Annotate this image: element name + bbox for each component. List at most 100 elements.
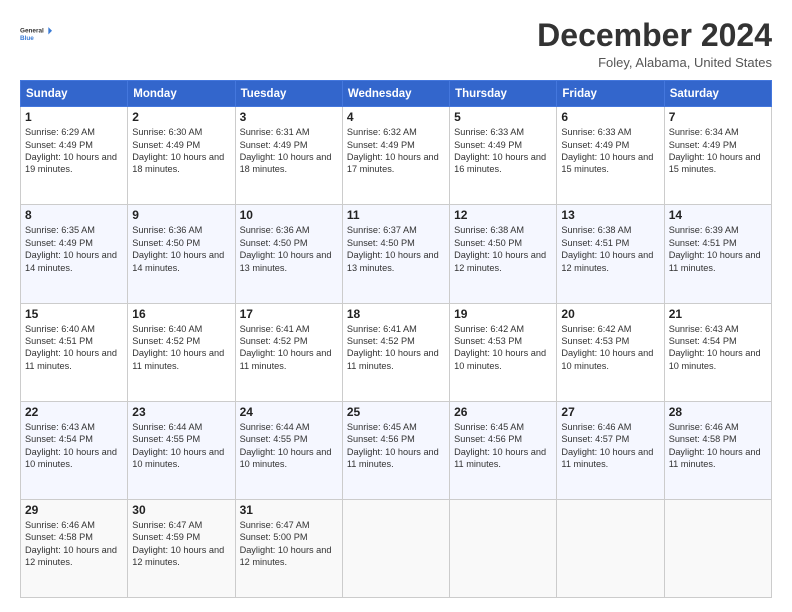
table-row: 13 Sunrise: 6:38 AMSunset: 4:51 PMDaylig… [557,205,664,303]
table-row [450,499,557,597]
day-number: 12 [454,208,552,222]
day-number: 18 [347,307,445,321]
cell-info: Sunrise: 6:46 AMSunset: 4:57 PMDaylight:… [561,422,653,469]
col-monday: Monday [128,81,235,107]
table-row: 27 Sunrise: 6:46 AMSunset: 4:57 PMDaylig… [557,401,664,499]
header: General Blue December 2024 Foley, Alabam… [20,18,772,70]
table-row: 30 Sunrise: 6:47 AMSunset: 4:59 PMDaylig… [128,499,235,597]
day-number: 6 [561,110,659,124]
day-number: 16 [132,307,230,321]
cell-info: Sunrise: 6:39 AMSunset: 4:51 PMDaylight:… [669,225,761,272]
table-row [664,499,771,597]
day-number: 30 [132,503,230,517]
day-number: 11 [347,208,445,222]
table-row: 5 Sunrise: 6:33 AMSunset: 4:49 PMDayligh… [450,107,557,205]
table-row: 25 Sunrise: 6:45 AMSunset: 4:56 PMDaylig… [342,401,449,499]
cell-info: Sunrise: 6:36 AMSunset: 4:50 PMDaylight:… [132,225,224,272]
title-block: December 2024 Foley, Alabama, United Sta… [537,18,772,70]
day-number: 23 [132,405,230,419]
table-row [557,499,664,597]
table-row [342,499,449,597]
cell-info: Sunrise: 6:33 AMSunset: 4:49 PMDaylight:… [561,127,653,174]
col-saturday: Saturday [664,81,771,107]
cell-info: Sunrise: 6:46 AMSunset: 4:58 PMDaylight:… [669,422,761,469]
day-number: 15 [25,307,123,321]
cell-info: Sunrise: 6:35 AMSunset: 4:49 PMDaylight:… [25,225,117,272]
table-row: 28 Sunrise: 6:46 AMSunset: 4:58 PMDaylig… [664,401,771,499]
day-number: 29 [25,503,123,517]
day-number: 28 [669,405,767,419]
table-row: 3 Sunrise: 6:31 AMSunset: 4:49 PMDayligh… [235,107,342,205]
calendar-week-row: 29 Sunrise: 6:46 AMSunset: 4:58 PMDaylig… [21,499,772,597]
table-row: 15 Sunrise: 6:40 AMSunset: 4:51 PMDaylig… [21,303,128,401]
cell-info: Sunrise: 6:44 AMSunset: 4:55 PMDaylight:… [240,422,332,469]
location: Foley, Alabama, United States [537,55,772,70]
table-row: 6 Sunrise: 6:33 AMSunset: 4:49 PMDayligh… [557,107,664,205]
table-row: 7 Sunrise: 6:34 AMSunset: 4:49 PMDayligh… [664,107,771,205]
table-row: 4 Sunrise: 6:32 AMSunset: 4:49 PMDayligh… [342,107,449,205]
page: General Blue December 2024 Foley, Alabam… [0,0,792,612]
cell-info: Sunrise: 6:40 AMSunset: 4:51 PMDaylight:… [25,324,117,371]
day-number: 20 [561,307,659,321]
cell-info: Sunrise: 6:43 AMSunset: 4:54 PMDaylight:… [25,422,117,469]
cell-info: Sunrise: 6:45 AMSunset: 4:56 PMDaylight:… [347,422,439,469]
day-number: 13 [561,208,659,222]
calendar-week-row: 15 Sunrise: 6:40 AMSunset: 4:51 PMDaylig… [21,303,772,401]
cell-info: Sunrise: 6:43 AMSunset: 4:54 PMDaylight:… [669,324,761,371]
col-wednesday: Wednesday [342,81,449,107]
cell-info: Sunrise: 6:47 AMSunset: 5:00 PMDaylight:… [240,520,332,567]
col-friday: Friday [557,81,664,107]
day-number: 5 [454,110,552,124]
col-sunday: Sunday [21,81,128,107]
table-row: 22 Sunrise: 6:43 AMSunset: 4:54 PMDaylig… [21,401,128,499]
day-number: 26 [454,405,552,419]
table-row: 24 Sunrise: 6:44 AMSunset: 4:55 PMDaylig… [235,401,342,499]
cell-info: Sunrise: 6:40 AMSunset: 4:52 PMDaylight:… [132,324,224,371]
cell-info: Sunrise: 6:41 AMSunset: 4:52 PMDaylight:… [240,324,332,371]
table-row: 17 Sunrise: 6:41 AMSunset: 4:52 PMDaylig… [235,303,342,401]
day-number: 31 [240,503,338,517]
cell-info: Sunrise: 6:42 AMSunset: 4:53 PMDaylight:… [454,324,546,371]
table-row: 14 Sunrise: 6:39 AMSunset: 4:51 PMDaylig… [664,205,771,303]
month-title: December 2024 [537,18,772,53]
cell-info: Sunrise: 6:38 AMSunset: 4:51 PMDaylight:… [561,225,653,272]
calendar: Sunday Monday Tuesday Wednesday Thursday… [20,80,772,598]
table-row: 8 Sunrise: 6:35 AMSunset: 4:49 PMDayligh… [21,205,128,303]
day-number: 19 [454,307,552,321]
cell-info: Sunrise: 6:41 AMSunset: 4:52 PMDaylight:… [347,324,439,371]
day-number: 27 [561,405,659,419]
table-row: 19 Sunrise: 6:42 AMSunset: 4:53 PMDaylig… [450,303,557,401]
cell-info: Sunrise: 6:42 AMSunset: 4:53 PMDaylight:… [561,324,653,371]
day-number: 7 [669,110,767,124]
logo-icon: General Blue [20,18,52,50]
cell-info: Sunrise: 6:38 AMSunset: 4:50 PMDaylight:… [454,225,546,272]
day-number: 22 [25,405,123,419]
table-row: 1 Sunrise: 6:29 AMSunset: 4:49 PMDayligh… [21,107,128,205]
svg-text:General: General [20,28,44,35]
day-number: 4 [347,110,445,124]
table-row: 23 Sunrise: 6:44 AMSunset: 4:55 PMDaylig… [128,401,235,499]
table-row: 10 Sunrise: 6:36 AMSunset: 4:50 PMDaylig… [235,205,342,303]
calendar-week-row: 1 Sunrise: 6:29 AMSunset: 4:49 PMDayligh… [21,107,772,205]
col-thursday: Thursday [450,81,557,107]
cell-info: Sunrise: 6:32 AMSunset: 4:49 PMDaylight:… [347,127,439,174]
day-number: 25 [347,405,445,419]
table-row: 16 Sunrise: 6:40 AMSunset: 4:52 PMDaylig… [128,303,235,401]
day-number: 8 [25,208,123,222]
table-row: 20 Sunrise: 6:42 AMSunset: 4:53 PMDaylig… [557,303,664,401]
table-row: 21 Sunrise: 6:43 AMSunset: 4:54 PMDaylig… [664,303,771,401]
cell-info: Sunrise: 6:45 AMSunset: 4:56 PMDaylight:… [454,422,546,469]
logo: General Blue [20,18,52,50]
svg-text:Blue: Blue [20,35,34,42]
table-row: 12 Sunrise: 6:38 AMSunset: 4:50 PMDaylig… [450,205,557,303]
cell-info: Sunrise: 6:46 AMSunset: 4:58 PMDaylight:… [25,520,117,567]
table-row: 11 Sunrise: 6:37 AMSunset: 4:50 PMDaylig… [342,205,449,303]
table-row: 2 Sunrise: 6:30 AMSunset: 4:49 PMDayligh… [128,107,235,205]
cell-info: Sunrise: 6:30 AMSunset: 4:49 PMDaylight:… [132,127,224,174]
cell-info: Sunrise: 6:34 AMSunset: 4:49 PMDaylight:… [669,127,761,174]
table-row: 9 Sunrise: 6:36 AMSunset: 4:50 PMDayligh… [128,205,235,303]
day-number: 17 [240,307,338,321]
table-row: 29 Sunrise: 6:46 AMSunset: 4:58 PMDaylig… [21,499,128,597]
day-number: 14 [669,208,767,222]
day-number: 1 [25,110,123,124]
